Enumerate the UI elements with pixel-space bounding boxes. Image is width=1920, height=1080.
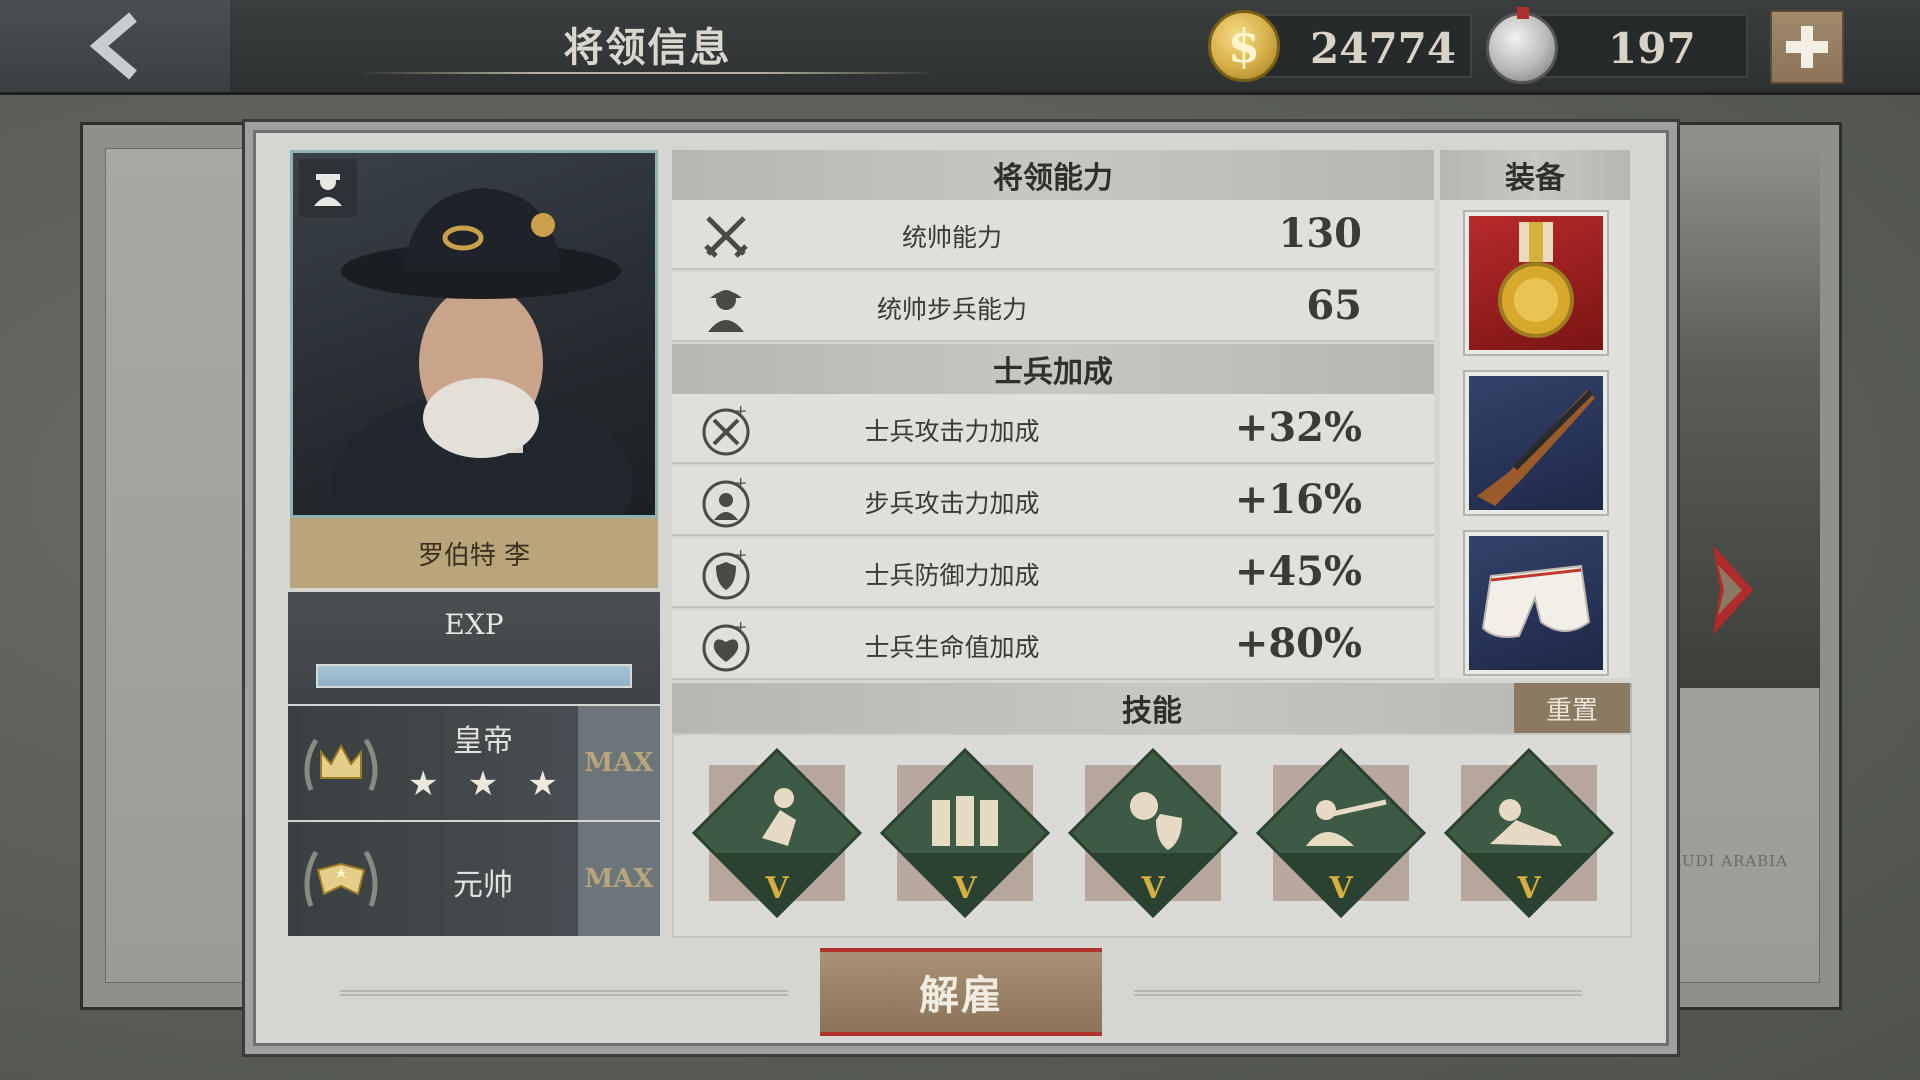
back-button[interactable] [0, 0, 230, 92]
crown-laurel-icon [304, 738, 378, 791]
bonuses-heading: 士兵加成 [672, 344, 1434, 394]
skill-slot-5[interactable]: V [1443, 747, 1615, 919]
stat-label: 统帅步兵能力 [876, 295, 1027, 324]
stat-label: 士兵防御力加成 [864, 561, 1040, 590]
star-icon: ★ [408, 764, 439, 804]
svg-text:V: V [1140, 871, 1165, 906]
shield-soldier-icon: V [1067, 747, 1239, 919]
svg-text:V: V [1516, 871, 1541, 906]
exp-bar-fill [318, 666, 630, 686]
stat-row-soldier-health: + 士兵生命值加成 +80% [672, 610, 1434, 680]
running-soldier-icon: V [691, 747, 863, 919]
exp-bar [316, 664, 632, 688]
reset-skills-button[interactable]: 重置 [1514, 683, 1630, 733]
svg-text:V: V [1328, 871, 1353, 906]
infantry-soldier-icon [708, 290, 744, 332]
medal-value: 197 [1608, 24, 1696, 73]
plus-icon [1786, 26, 1828, 68]
stat-label: 统帅能力 [901, 223, 1002, 252]
abilities-heading: 将领能力 [672, 150, 1434, 200]
marching-troops-icon: V [879, 747, 1051, 919]
infantry-plus-icon: + [702, 476, 750, 528]
rank-max-badge: MAX [578, 822, 660, 936]
equipment-slot-rifle[interactable] [1465, 372, 1607, 514]
equipment-heading: 装备 [1440, 150, 1630, 200]
stat-row-infantry-attack: + 步兵攻击力加成 +16% [672, 466, 1434, 536]
skill-slot-3[interactable]: V [1067, 747, 1239, 919]
gold-value: 24774 [1310, 24, 1457, 73]
exp-label: EXP [444, 608, 504, 641]
add-currency-button[interactable] [1770, 10, 1844, 84]
skill-slot-4[interactable]: V [1255, 747, 1427, 919]
pants-icon [1481, 564, 1591, 638]
back-arrow-icon [89, 12, 137, 80]
svg-text:+: + [734, 620, 747, 636]
general-name: 罗伯特 李 [290, 518, 658, 588]
decorative-divider [1134, 990, 1582, 996]
stat-value: +16% [1234, 476, 1362, 523]
svg-text:+: + [734, 476, 747, 492]
stat-value: +80% [1234, 620, 1362, 667]
page-title: 将领信息 [563, 24, 732, 71]
stat-value: 130 [1278, 210, 1363, 257]
stat-value: +45% [1234, 548, 1362, 595]
gold-counter: 24774 [1250, 14, 1472, 78]
rank-max-badge: MAX [578, 706, 660, 820]
skills-heading: 技能 [672, 683, 1632, 733]
rank-row-marshal: 元帅 MAX [288, 822, 660, 936]
rank-row-emperor: 皇帝 ★ ★ ★ MAX [288, 706, 660, 820]
skill-slot-2[interactable]: V [879, 747, 1051, 919]
medal-counter: 197 [1528, 14, 1748, 78]
general-portrait [290, 150, 658, 518]
stat-row-soldier-defense: + 士兵防御力加成 +45% [672, 538, 1434, 608]
stat-value: +32% [1234, 404, 1362, 451]
rifle-icon [1477, 389, 1595, 506]
gold-coin-icon: $ [1208, 10, 1280, 82]
equipment-slot-medal[interactable] [1465, 212, 1607, 354]
silver-medal-icon [1486, 7, 1558, 84]
svg-text:V: V [764, 871, 789, 906]
crossed-swords-icon [704, 216, 748, 258]
exp-section: EXP [288, 592, 660, 704]
rank-name: 元帅 [453, 868, 513, 903]
title-underline [360, 72, 935, 74]
svg-text:+: + [734, 548, 747, 564]
stat-label: 步兵攻击力加成 [864, 489, 1040, 518]
svg-text:+: + [734, 404, 747, 420]
stat-value: 65 [1306, 282, 1362, 329]
skill-slot-1[interactable]: V [691, 747, 863, 919]
star-icon: ★ [527, 764, 558, 804]
dismiss-button[interactable]: 解雇 [820, 948, 1102, 1036]
marshal-insignia-icon [304, 850, 378, 907]
equipment-slot-pants[interactable] [1465, 532, 1607, 674]
stat-row-command: 统帅能力 130 [672, 200, 1434, 270]
sniper-soldier-icon: V [1255, 747, 1427, 919]
rank-name: 皇帝 [453, 724, 513, 759]
svg-text:V: V [952, 871, 977, 906]
next-arrow-icon[interactable] [1708, 540, 1758, 640]
shield-plus-icon: + [702, 548, 750, 600]
stat-label: 士兵生命值加成 [864, 633, 1040, 662]
stat-label: 士兵攻击力加成 [864, 417, 1040, 446]
crawling-soldier-icon: V [1443, 747, 1615, 919]
map-region-label: AUDI ARABIA [1670, 852, 1788, 870]
infantry-general-icon [314, 174, 342, 206]
general-type-badge [299, 159, 357, 217]
attack-plus-icon: + [702, 404, 750, 456]
top-bar: 将领信息 24774 $ 197 [0, 0, 1920, 95]
stat-row-soldier-attack: + 士兵攻击力加成 +32% [672, 394, 1434, 464]
star-icon: ★ [467, 764, 499, 804]
decorative-divider [340, 990, 788, 996]
rank-stars: ★ ★ ★ [408, 764, 558, 804]
medal-icon [1498, 222, 1574, 338]
heart-plus-icon: + [702, 620, 750, 672]
stat-row-infantry-command: 统帅步兵能力 65 [672, 272, 1434, 342]
